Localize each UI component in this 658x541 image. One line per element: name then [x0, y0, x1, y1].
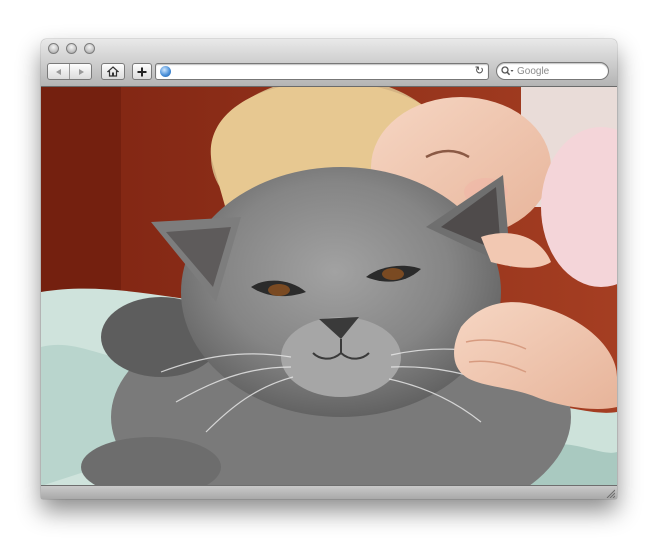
- add-bookmark-button[interactable]: [132, 63, 152, 80]
- resize-grip-icon[interactable]: [605, 488, 615, 498]
- back-button[interactable]: [48, 64, 69, 79]
- search-field[interactable]: Google: [496, 62, 609, 80]
- address-bar[interactable]: ↻: [155, 63, 489, 80]
- forward-arrow-icon: [78, 68, 84, 75]
- back-arrow-icon: [55, 68, 61, 75]
- forward-button[interactable]: [69, 64, 91, 79]
- minimize-dot-icon[interactable]: [66, 43, 77, 54]
- close-dot-icon[interactable]: [48, 43, 59, 54]
- search-placeholder: Google: [517, 65, 550, 77]
- zoom-dot-icon[interactable]: [84, 43, 95, 54]
- browser-window: ↻ Google: [41, 39, 617, 499]
- home-button[interactable]: [101, 63, 125, 80]
- back-forward-buttons: [47, 63, 92, 80]
- toolbar: ↻ Google: [41, 39, 617, 87]
- reload-icon[interactable]: ↻: [475, 64, 484, 79]
- page-content: [41, 87, 617, 486]
- home-icon: [107, 66, 119, 77]
- globe-icon: [160, 66, 171, 77]
- add-bookmark-icon: [137, 67, 147, 76]
- search-magnifier-icon: [501, 66, 514, 76]
- status-bar: [41, 485, 617, 499]
- cat-and-girl-photo: [41, 87, 617, 486]
